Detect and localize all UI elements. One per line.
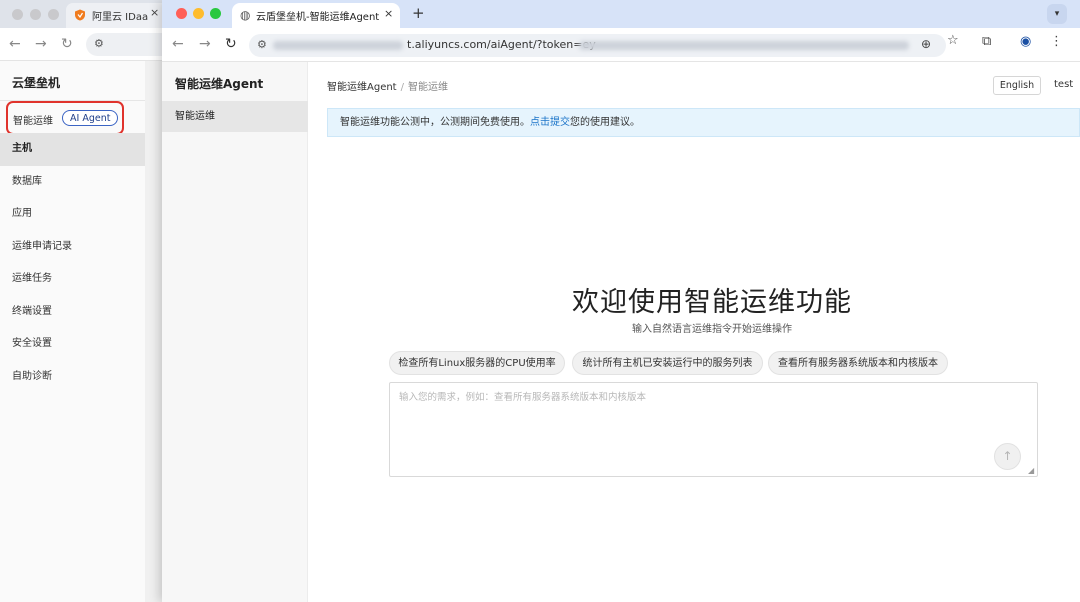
notice-text-suffix: 您的使用建议。 [570,117,640,128]
sidebar-item-ai-ops[interactable]: 智能运维 [162,101,308,132]
ai-agent-highlight-box[interactable]: 智能运维 AI Agent [6,101,124,135]
window-minimize-dot[interactable] [193,8,204,19]
background-tab-title: 阿里云 IDaaS [92,12,148,23]
welcome-subtitle: 输入自然语言运维指令开始运维操作 [632,324,792,335]
beta-notice-banner: 智能运维功能公测中，公测期间免费使用。点击提交您的使用建议。 [327,108,1080,137]
sidebar-menu-item[interactable]: 数据库 [0,166,145,199]
suggestion-chip[interactable]: 查看所有服务器系统版本和内核版本 [768,351,948,375]
user-name[interactable]: test [1054,79,1073,90]
feedback-link[interactable]: 点击提交 [530,117,570,128]
foreground-browser-window: ◍ 云盾堡垒机-智能运维Agent × + ▾ ← → ↻ ⚙ t.aliyun… [162,0,1080,602]
window-minimize-dot-inactive[interactable] [30,9,41,20]
bookmark-star-icon[interactable]: ☆ [947,33,959,48]
aliyun-shield-icon [75,9,85,21]
globe-icon: ◍ [240,8,251,22]
ai-agent-badge[interactable]: AI Agent [62,110,119,126]
breadcrumb-current: 智能运维 [407,82,448,93]
tab-close-icon[interactable]: × [384,7,393,20]
window-maximize-dot-inactive[interactable] [48,9,59,20]
suggestion-chip[interactable]: 统计所有主机已安装运行中的服务列表 [572,351,763,375]
breadcrumb-separator: / [400,82,404,93]
window-maximize-dot[interactable] [210,8,221,19]
agent-sidebar: 智能运维Agent 智能运维 [162,62,308,602]
window-close-dot-inactive[interactable] [12,9,23,20]
extensions-puzzle-icon[interactable]: ⧉ [982,34,991,49]
prompt-input[interactable] [390,383,1037,476]
tab-title: 云盾堡垒机-智能运维Agent [256,12,380,23]
sidebar-menu-item[interactable]: 运维申请记录 [0,231,145,264]
redacted-url-prefix [273,41,403,50]
profile-avatar-icon[interactable]: ◉ [1020,34,1031,49]
background-browser-window: 阿里云 IDaaS × ← → ↻ ⚙ 云堡垒机 智能运维 AI Agent 主… [0,0,170,602]
breadcrumb-root-link[interactable]: 智能运维Agent [327,82,397,93]
background-tab[interactable]: 阿里云 IDaaS × [66,3,170,28]
zoom-icon[interactable]: ⊕ [921,37,931,51]
new-tab-plus-icon[interactable]: + [412,4,425,22]
bastion-menu-list: 主机 数据库 应用 运维申请记录 运维任务 终端设置 安全设置 自助诊断 [0,133,145,393]
url-text: t.aliyuncs.com/aiAgent/?token=ey [407,38,596,51]
welcome-title: 欢迎使用智能运维功能 [572,287,852,318]
reload-icon[interactable]: ↻ [61,37,73,51]
reload-icon[interactable]: ↻ [225,37,237,51]
site-info-icon[interactable]: ⚙ [94,37,104,50]
active-tab[interactable]: ◍ 云盾堡垒机-智能运维Agent × [232,3,400,28]
sidebar-menu-item[interactable]: 主机 [0,133,145,166]
bastion-sidebar: 云堡垒机 智能运维 AI Agent 主机 数据库 应用 运维申请记录 运维任务 终端设置… [0,61,145,602]
background-address-bar[interactable]: ⚙ [86,33,170,56]
send-button[interactable]: ↑ [994,443,1021,470]
sidebar-menu-item[interactable]: 安全设置 [0,328,145,361]
back-arrow-icon[interactable]: ← [9,37,21,51]
suggestion-chip[interactable]: 检查所有Linux服务器的CPU使用率 [389,351,565,375]
sidebar-menu-item[interactable]: 终端设置 [0,296,145,329]
breadcrumb: 智能运维Agent / 智能运维 [327,78,448,93]
background-tab-bar: 阿里云 IDaaS × [0,0,170,28]
site-info-icon[interactable]: ⚙ [257,38,267,51]
tab-bar: ◍ 云盾堡垒机-智能运维Agent × + ▾ [162,0,1080,28]
browser-menu-icon[interactable]: ⋮ [1050,34,1063,49]
forward-arrow-icon[interactable]: → [35,37,47,51]
bastion-app-title: 云堡垒机 [12,76,61,90]
browser-toolbar: ← → ↻ ⚙ t.aliyuncs.com/aiAgent/?token=ey… [162,28,1080,62]
agent-app-title: 智能运维Agent [175,77,264,91]
back-arrow-icon[interactable]: ← [172,37,184,51]
language-switch-button[interactable]: English [993,76,1041,95]
window-close-dot[interactable] [176,8,187,19]
ai-ops-label: 智能运维 [13,116,53,127]
tab-search-dropdown-icon[interactable]: ▾ [1047,4,1067,24]
redacted-url-token [579,41,909,50]
address-bar[interactable]: ⚙ t.aliyuncs.com/aiAgent/?token=ey ⊕ [249,34,946,57]
resize-handle-icon[interactable]: ◢ [1028,467,1036,475]
prompt-box: ↑ ◢ [389,382,1038,477]
sidebar-menu-item[interactable]: 应用 [0,198,145,231]
forward-arrow-icon[interactable]: → [199,37,211,51]
sidebar-menu-item[interactable]: 运维任务 [0,263,145,296]
background-toolbar: ← → ↻ ⚙ [0,28,170,61]
notice-text: 智能运维功能公测中，公测期间免费使用。 [340,117,530,128]
sidebar-menu-item[interactable]: 自助诊断 [0,361,145,394]
background-tab-close-icon[interactable]: × [150,6,159,19]
